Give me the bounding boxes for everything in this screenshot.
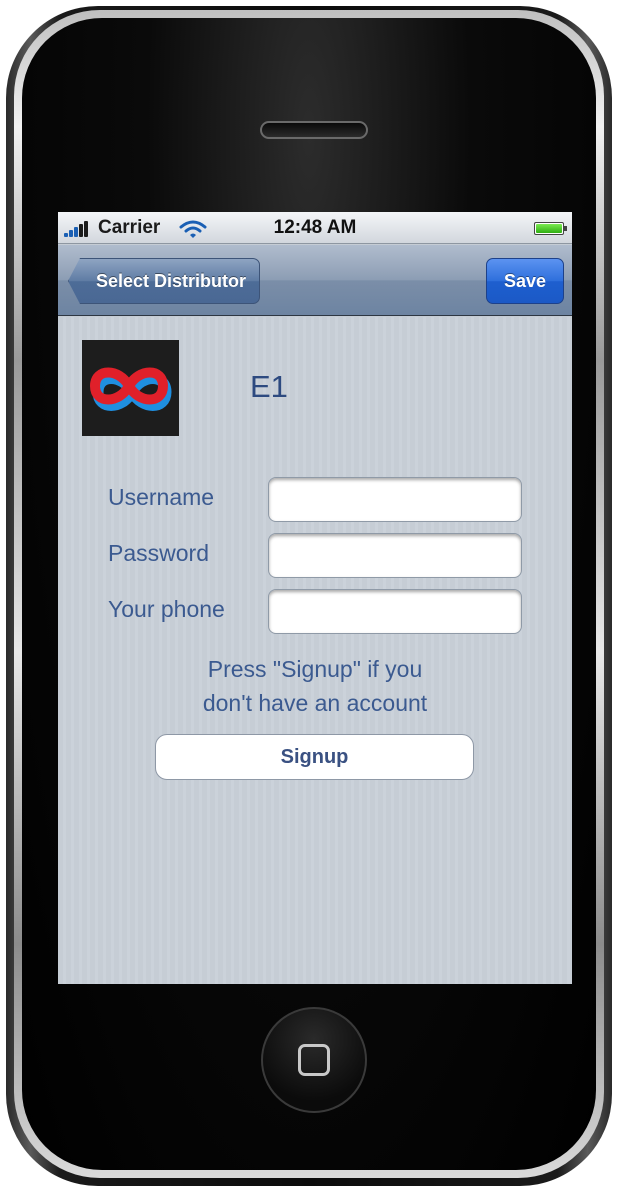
battery-icon [534, 222, 567, 235]
signup-hint-line-1: Press "Signup" if you [207, 656, 423, 682]
signup-hint-line-2: don't have an account [202, 690, 428, 716]
navigation-bar: Select Distributor Save [58, 245, 572, 316]
infinity-logo-icon [89, 367, 172, 411]
status-time: 12:48 AM [273, 217, 357, 238]
distributor-logo [82, 340, 179, 436]
form-content: E1 Username Password Your phone Press "S… [58, 317, 572, 984]
distributor-name: E1 [250, 369, 288, 404]
password-label: Password [108, 540, 209, 566]
battery-level [536, 224, 562, 233]
password-field[interactable] [268, 533, 522, 578]
phone-label: Your phone [108, 596, 225, 622]
status-bar: Carrier 12:48 AM [58, 212, 572, 244]
signup-button[interactable]: Signup [155, 734, 474, 780]
username-field[interactable] [268, 477, 522, 522]
signup-hint: Press "Signup" if you don't have an acco… [138, 652, 492, 720]
back-button[interactable]: Select Distributor [68, 258, 260, 304]
screen: Carrier 12:48 AM Select Distributor Save… [58, 212, 572, 984]
username-label: Username [108, 484, 215, 510]
earpiece-speaker [260, 121, 368, 139]
home-square-icon [298, 1044, 330, 1076]
save-button[interactable]: Save [486, 258, 564, 304]
home-button[interactable] [261, 1007, 367, 1113]
phone-field[interactable] [268, 589, 522, 634]
